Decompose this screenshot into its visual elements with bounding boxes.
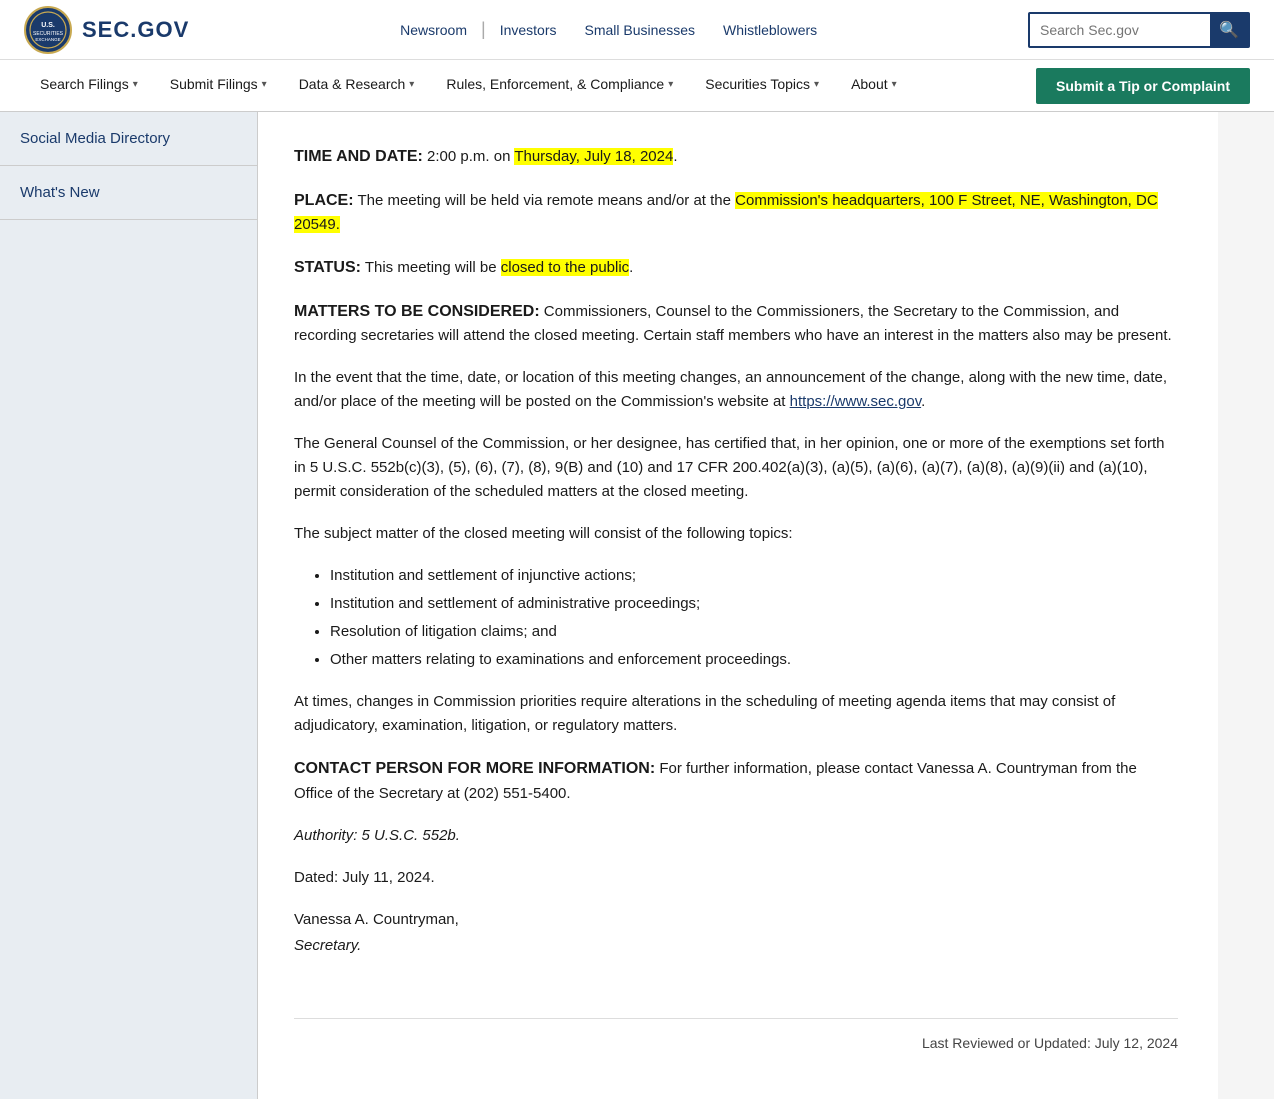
nav-securities-topics[interactable]: Securities Topics ▾ [689,60,835,111]
tip-complaint-button[interactable]: Submit a Tip or Complaint [1036,68,1250,104]
chevron-down-icon: ▾ [262,79,267,90]
matters-label: MATTERS TO BE CONSIDERED: [294,303,540,320]
nav-data-research[interactable]: Data & Research ▾ [283,60,431,111]
footer-update: Last Reviewed or Updated: July 12, 2024 [294,1018,1178,1051]
status-paragraph: STATUS: This meeting will be closed to t… [294,255,1178,281]
authority-text: Authority: 5 U.S.C. 552b. [294,824,1178,848]
svg-text:U.S.: U.S. [41,22,55,29]
chevron-down-icon: ▾ [133,79,138,90]
nav-investors[interactable]: Investors [486,22,571,38]
nav-about[interactable]: About ▾ [835,60,913,111]
nav-submit-filings[interactable]: Submit Filings ▾ [154,60,283,111]
chevron-down-icon: ▾ [409,79,414,90]
contact-paragraph: CONTACT PERSON FOR MORE INFORMATION: For… [294,756,1178,806]
place-text: The meeting will be held via remote mean… [354,192,736,209]
matters-paragraph: MATTERS TO BE CONSIDERED: Commissioners,… [294,299,1178,349]
chevron-down-icon: ▾ [892,79,897,90]
para4: At times, changes in Commission prioriti… [294,690,1178,738]
time-end: . [673,148,677,165]
main-content: TIME AND DATE: 2:00 p.m. on Thursday, Ju… [258,112,1218,1099]
search-button[interactable]: 🔍 [1210,12,1248,48]
para1: In the event that the time, date, or loc… [294,366,1178,414]
dated-text: Dated: July 11, 2024. [294,866,1178,890]
contact-label: CONTACT PERSON FOR MORE INFORMATION: [294,760,655,777]
status-highlight: closed to the public [501,259,629,276]
site-logo-text[interactable]: SEC.GOV [82,17,189,43]
nav-rules-enforcement[interactable]: Rules, Enforcement, & Compliance ▾ [430,60,689,111]
time-date-label: TIME AND DATE: [294,148,423,165]
nav-whistleblowers[interactable]: Whistleblowers [709,22,831,38]
logo-area: U.S. SECURITIES EXCHANGE SEC.GOV [24,6,189,54]
list-item: Institution and settlement of injunctive… [330,564,1178,588]
signatory-name: Vanessa A. Countryman, [294,908,1178,932]
top-bar: U.S. SECURITIES EXCHANGE SEC.GOV Newsroo… [0,0,1274,60]
search-area: 🔍 [1028,12,1250,48]
svg-text:EXCHANGE: EXCHANGE [35,37,60,42]
nav-search-filings[interactable]: Search Filings ▾ [24,60,154,111]
main-nav: Search Filings ▾ Submit Filings ▾ Data &… [0,60,1274,112]
time-date-paragraph: TIME AND DATE: 2:00 p.m. on Thursday, Ju… [294,144,1178,170]
sec-seal-icon: U.S. SECURITIES EXCHANGE [24,6,72,54]
list-item: Resolution of litigation claims; and [330,620,1178,644]
signatory-title: Secretary. [294,934,1178,958]
sidebar-item-social-media[interactable]: Social Media Directory [0,112,257,166]
para1-end: . [921,393,925,410]
chevron-down-icon: ▾ [814,79,819,90]
para2: The General Counsel of the Commission, o… [294,432,1178,504]
nav-newsroom[interactable]: Newsroom [386,22,481,38]
status-label: STATUS: [294,259,361,276]
chevron-down-icon: ▾ [668,79,673,90]
sidebar-item-whats-new[interactable]: What's New [0,166,257,220]
search-input[interactable] [1030,22,1210,38]
page-layout: Social Media Directory What's New TIME A… [0,112,1274,1099]
status-end: . [629,259,633,276]
sidebar: Social Media Directory What's New [0,112,258,1099]
time-text: 2:00 p.m. on [423,148,514,165]
place-label: PLACE: [294,192,354,209]
sec-gov-link[interactable]: https://www.sec.gov [790,393,921,410]
status-text: This meeting will be [361,259,501,276]
time-highlight: Thursday, July 18, 2024 [514,148,673,165]
place-paragraph: PLACE: The meeting will be held via remo… [294,188,1178,238]
para1-text: In the event that the time, date, or loc… [294,369,1167,410]
top-nav-links: Newsroom | Investors Small Businesses Wh… [386,19,831,40]
bullet-list: Institution and settlement of injunctive… [330,564,1178,672]
list-item: Other matters relating to examinations a… [330,648,1178,672]
nav-small-businesses[interactable]: Small Businesses [571,22,710,38]
list-item: Institution and settlement of administra… [330,592,1178,616]
para3: The subject matter of the closed meeting… [294,522,1178,546]
